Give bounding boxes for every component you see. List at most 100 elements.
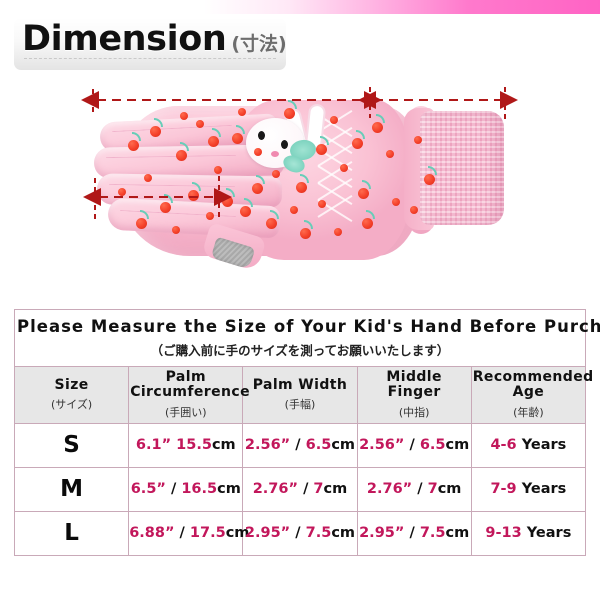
column-header-size: Size (サイズ) (13, 366, 130, 424)
cherry-icon (424, 174, 435, 185)
cherry-icon (188, 190, 199, 201)
cherry-icon (222, 196, 233, 207)
value-cm-unit: cm (331, 437, 356, 454)
value-inch: 2.95” (244, 525, 291, 542)
cherry-icon (232, 133, 243, 144)
cherry-icon (316, 144, 327, 155)
value-separator: / (174, 525, 190, 542)
cherry-icon (352, 138, 363, 149)
value-cm: 6.5 (305, 437, 332, 454)
value-cm: 6.5 (419, 437, 446, 454)
column-header-palm-circumference-en: Palm Circumference (130, 369, 250, 401)
value-cm: 7.5 (419, 525, 446, 542)
value-cm: 15.5 (176, 437, 212, 454)
size-label: M (60, 476, 84, 503)
cherry-icon (252, 183, 263, 194)
value-separator: / (165, 481, 182, 498)
table-title-row: Please Measure the Size of Your Kid's Ha… (14, 309, 600, 367)
cherry-icon (150, 126, 161, 137)
cherry-icon (362, 218, 373, 229)
cherry-icon (214, 166, 222, 174)
size-chart-table: Please Measure the Size of Your Kid's Ha… (13, 309, 600, 556)
column-header-middle-finger-en: Middle Finger (386, 369, 442, 401)
top-accent-gradient-bar (0, 0, 600, 14)
cherry-icon (290, 206, 298, 214)
value-age: 9-13 (485, 525, 522, 542)
table-row: M 6.5” / 16.5cm 2.76” / 7cm 2.76” / 7cm … (13, 466, 587, 512)
cell-middle-finger: 2.76” / 7cm (356, 466, 472, 512)
cherry-icon (136, 218, 147, 229)
value-cm-unit: cm (445, 525, 470, 542)
cell-middle-finger: 2.56” / 6.5cm (356, 422, 472, 468)
table-title-cell: Please Measure the Size of Your Kid's Ha… (14, 309, 600, 367)
value-age-unit: Years (516, 437, 567, 454)
table-row: S 6.1” 15.5cm 2.56” / 6.5cm 2.56” / 6.5c… (13, 422, 587, 468)
value-cm: 16.5 (181, 481, 218, 498)
column-header-size-en: Size (54, 376, 89, 393)
cell-recommended-age: 7-9 Years (470, 466, 587, 512)
cherry-icon (300, 228, 311, 239)
bunny-eye-left-icon (258, 131, 265, 140)
cherry-icon (358, 188, 369, 199)
value-age: 4-6 (490, 437, 517, 454)
value-inch: 2.95” (359, 525, 405, 542)
value-age: 7-9 (490, 481, 517, 498)
value-inch: 2.56” (359, 437, 405, 454)
value-cm-unit: cm (331, 525, 356, 542)
cell-palm-width: 2.76” / 7cm (242, 466, 358, 512)
column-header-recommended-age-jp: (年齢) (513, 405, 544, 419)
cherry-icon (176, 150, 187, 161)
page-title-sub: (寸法) (231, 33, 287, 55)
value-cm: 7.5 (305, 525, 332, 542)
column-header-size-jp: (サイズ) (50, 398, 93, 412)
cherry-icon (392, 198, 400, 206)
table-header-row: Size (サイズ) Palm Circumference (手囲い) Palm… (13, 366, 594, 424)
page-title: Dimension (寸法) (22, 19, 287, 59)
value-cm: 17.5 (189, 525, 226, 542)
table-title-jp: （ご購入前に手のサイズを測ってお願いいたします） (150, 342, 450, 358)
cherry-icon (172, 226, 180, 234)
cherry-icon (180, 112, 188, 120)
value-cm-unit: cm (217, 481, 241, 498)
cell-middle-finger: 2.95” / 7.5cm (356, 510, 472, 556)
column-header-palm-width-en: Palm Width (252, 376, 348, 393)
value-separator: / (298, 481, 314, 498)
cherry-icon (196, 120, 204, 128)
cherry-icon (266, 218, 277, 229)
value-separator: / (404, 437, 420, 454)
value-cm-unit: cm (211, 437, 236, 454)
cherry-icon (272, 170, 280, 178)
column-header-palm-width-jp: (手幅) (284, 398, 316, 412)
cell-palm-circumference: 6.1” 15.5cm (128, 422, 244, 468)
cherry-icon (238, 108, 246, 116)
value-inch: 2.76” (252, 481, 299, 498)
cherry-icon (118, 188, 126, 196)
cell-palm-width: 2.95” / 7.5cm (242, 510, 358, 556)
infographic-page: Dimension (寸法) Please Measure the Size o… (0, 0, 600, 600)
cherry-icon (296, 182, 307, 193)
value-separator: / (404, 525, 420, 542)
cherry-icon (386, 150, 394, 158)
cherry-icon (372, 122, 383, 133)
value-cm-unit: cm (445, 437, 470, 454)
cherry-icon (334, 228, 342, 236)
value-inch: 6.5” (130, 481, 166, 498)
value-inch: 6.1” (135, 437, 172, 454)
column-header-recommended-age-en: Recommended Age (472, 369, 594, 401)
bunny-eye-right-icon (281, 140, 288, 149)
value-inch: 2.56” (244, 437, 291, 454)
page-title-main: Dimension (22, 19, 227, 59)
cherry-icon (208, 136, 219, 147)
value-separator: / (290, 525, 306, 542)
value-cm-unit: cm (323, 481, 348, 498)
column-header-middle-finger-jp: (中指) (398, 405, 430, 419)
value-cm: 7 (427, 481, 438, 498)
value-age-unit: Years (516, 481, 567, 498)
table-title-en: Please Measure the Size of Your Kid's Ha… (17, 316, 600, 336)
cherry-icon (410, 206, 418, 214)
cell-size: S (13, 422, 130, 468)
glove-illustration (0, 78, 600, 300)
cherry-icon (284, 108, 295, 119)
cell-recommended-age: 9-13 Years (470, 510, 587, 556)
table-row: L 6.88” / 17.5cm 2.95” / 7.5cm 2.95” / 7… (13, 510, 587, 556)
